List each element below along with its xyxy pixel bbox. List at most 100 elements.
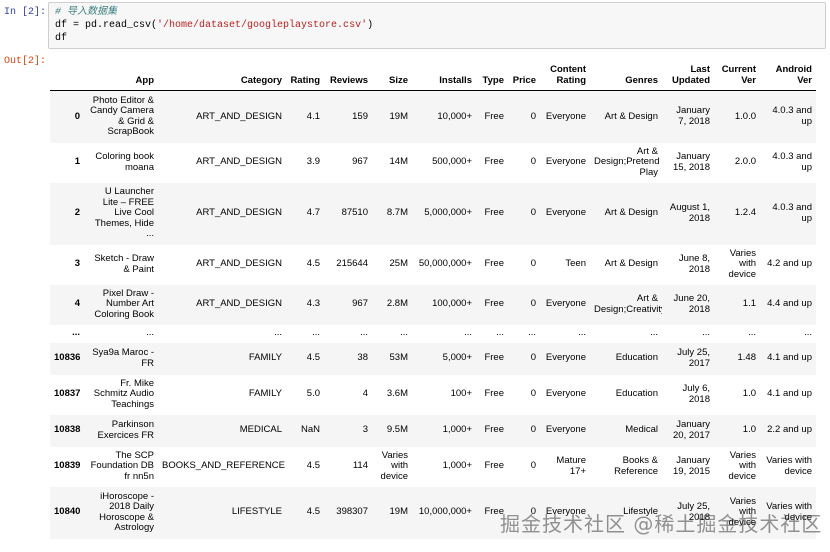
table-cell: 0: [530, 352, 536, 364]
table-cell: ...: [312, 327, 320, 339]
column-header: Current Ver: [714, 58, 760, 91]
code-close-paren: ): [367, 20, 374, 31]
table-cell: Education: [615, 352, 658, 364]
table-cell: Varies with device: [728, 449, 756, 482]
column-header: Rating: [286, 58, 324, 91]
table-cell: FAMILY: [248, 352, 282, 364]
column-header: Content Rating: [540, 58, 590, 91]
table-cell: ...: [274, 327, 282, 339]
table-cell: 0: [530, 110, 536, 122]
table-cell: Sketch - Draw & Paint: [94, 253, 154, 275]
table-cell: 4.5: [306, 258, 320, 270]
table-cell: Everyone: [545, 388, 586, 400]
table-cell: 0: [530, 298, 536, 310]
table-cell: June 20, 2018: [673, 293, 710, 315]
row-index: 1: [74, 156, 80, 168]
table-cell: 4.4 and up: [767, 298, 812, 310]
table-cell: 4.0.3 and up: [772, 151, 812, 173]
table-cell: Everyone: [545, 424, 586, 436]
table-cell: 1.48: [737, 352, 757, 364]
table-cell: Varies with device: [766, 455, 812, 477]
row-index: 0: [74, 110, 80, 122]
table-cell: 10,000+: [437, 110, 472, 122]
table-body: 0 Photo Editor & Candy Camera & Grid & Sc…: [50, 90, 816, 539]
table-cell: ...: [146, 327, 154, 339]
code-cell[interactable]: # 导入数据集 df = pd.read_csv('/home/dataset/…: [48, 2, 826, 49]
column-header: Category: [158, 58, 286, 91]
row-index: 10838: [54, 424, 81, 436]
table-cell: 100,000+: [432, 298, 472, 310]
table-cell: 967: [352, 298, 368, 310]
table-cell: ...: [360, 327, 368, 339]
table-cell: Parkinson Exercices FR: [97, 419, 154, 441]
table-cell: The SCP Foundation DB fr nn5n: [90, 449, 154, 482]
table-cell: 19M: [389, 506, 408, 518]
table-cell: 5,000+: [442, 352, 472, 364]
table-cell: Books & Reference: [614, 455, 658, 477]
table-cell: 4.5: [306, 352, 320, 364]
table-cell: 8.7M: [386, 207, 408, 219]
code-line-df: df: [55, 33, 68, 44]
table-cell: July 6, 2018: [682, 383, 710, 405]
row-index: 10840: [54, 506, 81, 518]
table-cell: January 7, 2018: [676, 105, 710, 127]
table-row: 10838 Parkinson Exercices FR MEDICAL NaN 3 9.…: [50, 414, 816, 447]
table-cell: 14M: [389, 156, 408, 168]
table-cell: January 19, 2015: [673, 455, 710, 477]
column-header: Genres: [590, 58, 662, 91]
row-index: 3: [74, 258, 80, 270]
column-header: Installs: [412, 58, 476, 91]
table-cell: Pixel Draw - Number Art Coloring Book: [94, 287, 154, 320]
table-cell: 0: [530, 388, 536, 400]
row-index: 10837: [54, 388, 81, 400]
table-cell: Everyone: [545, 298, 586, 310]
dataframe-table: App Category Rating Reviews Size Installs Type…: [50, 58, 816, 539]
table-cell: Education: [615, 388, 658, 400]
table-cell: ...: [400, 327, 408, 339]
table-cell: 1,000+: [442, 424, 472, 436]
table-cell: June 8, 2018: [678, 253, 710, 275]
table-row: 1 Coloring book moana ART_AND_DESIGN 3.9 967…: [50, 142, 816, 183]
table-cell: 5,000,000+: [424, 207, 472, 219]
code-path-string: '/home/dataset/googleplaystore.csv': [157, 20, 368, 31]
table-cell: Free: [484, 298, 504, 310]
column-header: Type: [476, 58, 508, 91]
column-header: Reviews: [324, 58, 372, 91]
table-cell: 4.7: [306, 207, 320, 219]
table-cell: 1.0: [742, 424, 756, 436]
table-cell: iHoroscope - 2018 Daily Horoscope & Astr…: [99, 490, 154, 533]
table-cell: 0: [530, 424, 536, 436]
table-cell: 9.5M: [386, 424, 408, 436]
table-cell: 4.1 and up: [767, 352, 812, 364]
table-cell: Art & Design: [604, 110, 658, 122]
table-cell: Photo Editor & Candy Camera & Grid & Scr…: [90, 94, 154, 138]
row-index: 10839: [54, 460, 81, 472]
table-cell: 100+: [450, 388, 472, 400]
table-cell: Free: [484, 156, 504, 168]
column-header: Price: [508, 58, 540, 91]
column-header: App: [84, 58, 158, 91]
table-cell: 159: [352, 110, 368, 122]
index-header: [50, 58, 84, 91]
table-cell: ...: [748, 327, 756, 339]
table-cell: January 20, 2017: [673, 419, 710, 441]
table-cell: 215644: [336, 258, 368, 270]
code-comment: # 导入数据集: [55, 7, 118, 18]
table-cell: 10,000,000+: [418, 506, 472, 518]
table-cell: Varies with device: [380, 449, 408, 482]
table-row: ........................................…: [50, 324, 816, 343]
table-cell: 4.0.3 and up: [772, 105, 812, 127]
table-cell: 53M: [389, 352, 408, 364]
table-cell: BOOKS_AND_REFERENCE: [162, 460, 286, 472]
table-cell: ...: [464, 327, 472, 339]
table-cell: ART_AND_DESIGN: [196, 258, 282, 270]
table-cell: 4.5: [306, 506, 320, 518]
table-cell: Everyone: [545, 352, 586, 364]
table-cell: Varies with device: [728, 247, 756, 280]
table-cell: FAMILY: [248, 388, 282, 400]
table-cell: Teen: [565, 258, 586, 270]
table-cell: ...: [702, 327, 710, 339]
table-cell: Free: [484, 388, 504, 400]
table-cell: Free: [484, 258, 504, 270]
table-cell: LIFESTYLE: [231, 506, 282, 518]
